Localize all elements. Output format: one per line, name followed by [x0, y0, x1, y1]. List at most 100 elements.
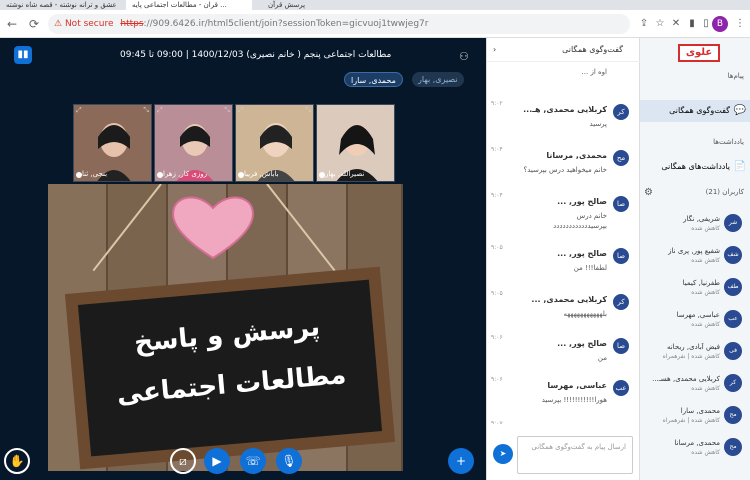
expand-icon[interactable]: ⤡: [224, 106, 230, 115]
user-list-item[interactable]: مح محمدی, سارا کاهش شده | نفرهمراه: [640, 402, 750, 432]
star-icon[interactable]: ☆: [652, 16, 668, 32]
message-text: پرسید: [589, 120, 607, 128]
avatar: مح: [724, 438, 742, 456]
chat-input[interactable]: ارسال پیام به گفت‌وگوی همگانی: [517, 436, 633, 474]
user-list-item[interactable]: شر شریفی, نگار کاهش شده: [640, 210, 750, 240]
microphone-icon[interactable]: 🎙: [276, 448, 302, 474]
phone-icon[interactable]: ☏: [240, 448, 266, 474]
avatar: کر: [613, 294, 629, 310]
user-name: محمدی, مرسانا: [674, 439, 720, 447]
address-bar: ← ⟳ ⚠ Not secure https://909.6426.ir/htm…: [0, 10, 750, 38]
avatar: طف: [724, 278, 742, 296]
video-tile[interactable]: ⤢ ⤡ باباش, فریبا: [235, 104, 314, 182]
video-tile[interactable]: ⤢ ⤡ بنجی, ثنا: [73, 104, 152, 182]
url-field[interactable]: ⚠ Not secure https://909.6426.ir/html5cl…: [48, 14, 630, 34]
avatar: صا: [613, 338, 629, 354]
chat-message: صا صالح پور, ... ۹:۰۴ خانم درس بپرسیدددددددد…: [487, 190, 641, 236]
message-sender: کربلایی محمدی, هـ...: [523, 105, 607, 114]
browser-tab[interactable]: پرسش قرآن: [262, 0, 392, 10]
mute-icon[interactable]: ✕: [668, 16, 684, 32]
document-icon: 📄: [733, 161, 746, 172]
expand-icon[interactable]: ⤢: [238, 106, 244, 115]
action-bar: ✋ ⧄ ▶ ☏ 🎙 +: [0, 448, 486, 480]
session-top-bar: ▮▮ مطالعات اجتماعی پنجم ( خانم نصیری) 14…: [0, 38, 486, 78]
screen-share-icon[interactable]: ⧄: [170, 448, 196, 474]
avatar: عب: [724, 310, 742, 328]
back-arrow-icon[interactable]: ←: [4, 16, 20, 32]
user-name: عباسی, مهرسا: [676, 311, 720, 319]
sidebar-item-shared-notes[interactable]: 📄 یادداشت‌های همگانی: [640, 156, 750, 178]
user-list-item[interactable]: عب عباسی, مهرسا کاهش شده: [640, 306, 750, 336]
message-text: لطفا!!! من: [573, 264, 607, 272]
browser-tab-active[interactable]: قران - مطالعات اجتماعی پایه ...: [126, 0, 252, 10]
sidebar-item-public-chat[interactable]: 💬 گفت‌وگوی همگانی: [640, 100, 750, 122]
warning-icon: ⚠: [54, 19, 63, 29]
message-sender: صالح پور, ...: [557, 249, 607, 258]
user-status: کاهش شده: [691, 321, 720, 328]
chat-title: گفت‌وگوی همگانی: [562, 45, 623, 54]
expand-icon[interactable]: ⤢: [76, 106, 82, 115]
participant-name: بنجی, ثنا: [82, 170, 108, 178]
user-name: کربلایی محمدی, هسـ...: [652, 375, 720, 383]
chat-message: مح محمدی, مرسانا ۹:۰۴ خانم میخواهید درس بپر…: [487, 144, 641, 190]
expand-icon[interactable]: ⤡: [305, 106, 311, 115]
user-list-icon[interactable]: ⚇: [459, 50, 469, 63]
plus-icon[interactable]: +: [448, 448, 474, 474]
chat-message: عب عباسی, مهرسا ۹:۰۶ هورا!!!!!!!!!!! بپرسید: [487, 374, 641, 420]
message-text: هورا!!!!!!!!!!! بپرسید: [541, 396, 607, 404]
user-list-item[interactable]: فی فیض آبادی, ریحانه کاهش شده | نفرهمراه: [640, 338, 750, 368]
expand-icon[interactable]: ⤡: [143, 106, 149, 115]
expand-icon[interactable]: ⤢: [157, 106, 163, 115]
message-time: ۹:۰۷: [491, 420, 503, 424]
menu-icon[interactable]: ⋮: [732, 16, 748, 32]
message-sender: عباسی, مهرسا: [547, 381, 607, 390]
video-tile[interactable]: ⤢ ⤡ روزی کار, زهرا: [154, 104, 233, 182]
message-text: بلهههههههههههه: [563, 310, 607, 318]
user-name: محمدی, سارا: [680, 407, 720, 415]
participant-name: باباش, فریبا: [244, 170, 279, 178]
message-time: ۹:۰۲: [491, 100, 503, 107]
message-time: ۹:۰۶: [491, 334, 503, 341]
user-list-item[interactable]: کر کربلایی محمدی, هسـ... کاهش شده: [640, 370, 750, 400]
avatar: شف: [724, 246, 742, 264]
chevron-left-icon[interactable]: ‹: [493, 38, 496, 62]
user-list-item[interactable]: شف شفیع پور, پری ناز کاهش شده: [640, 242, 750, 272]
user-list-item[interactable]: مح محمدی, مرسانا کاهش شده: [640, 434, 750, 464]
gear-icon[interactable]: ⚙: [644, 187, 653, 198]
message-text: من: [597, 354, 607, 362]
message-text: خانم درس: [576, 212, 607, 220]
message-sender: صالح پور, ...: [557, 339, 607, 348]
avatar: کر: [724, 374, 742, 392]
expand-icon[interactable]: ⤡: [386, 106, 392, 115]
user-status: کاهش شده: [691, 257, 720, 264]
chat-message: صا صالح پور, ... ۹:۰۵ لطفا!!! من: [487, 242, 641, 288]
chat-message: اوه از ...: [581, 68, 607, 76]
message-sender: محمدی, مرسانا: [546, 151, 607, 160]
reload-icon[interactable]: ⟳: [26, 16, 42, 32]
message-text: بپرسیدددددددددددد: [553, 222, 607, 230]
profile-avatar[interactable]: B: [712, 16, 728, 32]
presenter-pill-active[interactable]: محمدی, سارا: [344, 72, 403, 87]
browser-tab[interactable]: عشق و ترانه نوشته - قصه شاه نوشته: [0, 0, 120, 10]
chart-icon[interactable]: ▮▮: [14, 46, 32, 64]
url-text: https://909.6426.ir/html5client/join?ses…: [120, 19, 429, 29]
avatar: عب: [613, 380, 629, 396]
user-name: شریفی, نگار: [683, 215, 720, 223]
send-icon[interactable]: ➤: [493, 444, 513, 464]
video-tile[interactable]: ⤢ ⤡ نصیرالله, بهار: [316, 104, 395, 182]
user-name: شفیع پور, پری ناز: [668, 247, 720, 255]
presenter-pill[interactable]: نصیری, بهار: [412, 72, 464, 87]
user-list-item[interactable]: طف طفرنیا, کیمیا کاهش شده: [640, 274, 750, 304]
chat-header: گفت‌وگوی همگانی ‹: [487, 38, 641, 62]
user-name: طفرنیا, کیمیا: [682, 279, 720, 287]
share-icon[interactable]: ⇪: [636, 16, 652, 32]
message-sender: کربلایی محمدی, ...: [531, 295, 607, 304]
raise-hand-icon[interactable]: ✋: [4, 448, 30, 474]
camera-icon[interactable]: ▶: [204, 448, 230, 474]
session-title: مطالعات اجتماعی پنجم ( خانم نصیری) 1400/…: [120, 50, 392, 60]
avatar: مح: [724, 406, 742, 424]
expand-icon[interactable]: ⤢: [319, 106, 325, 115]
message-sender: صالح پور, ...: [557, 197, 607, 206]
participant-name: نصیرالله, بهار: [325, 170, 365, 178]
user-sidebar: علوی پیام‌ها 💬 گفت‌وگوی همگانی یادداشت‌ه…: [640, 38, 750, 480]
